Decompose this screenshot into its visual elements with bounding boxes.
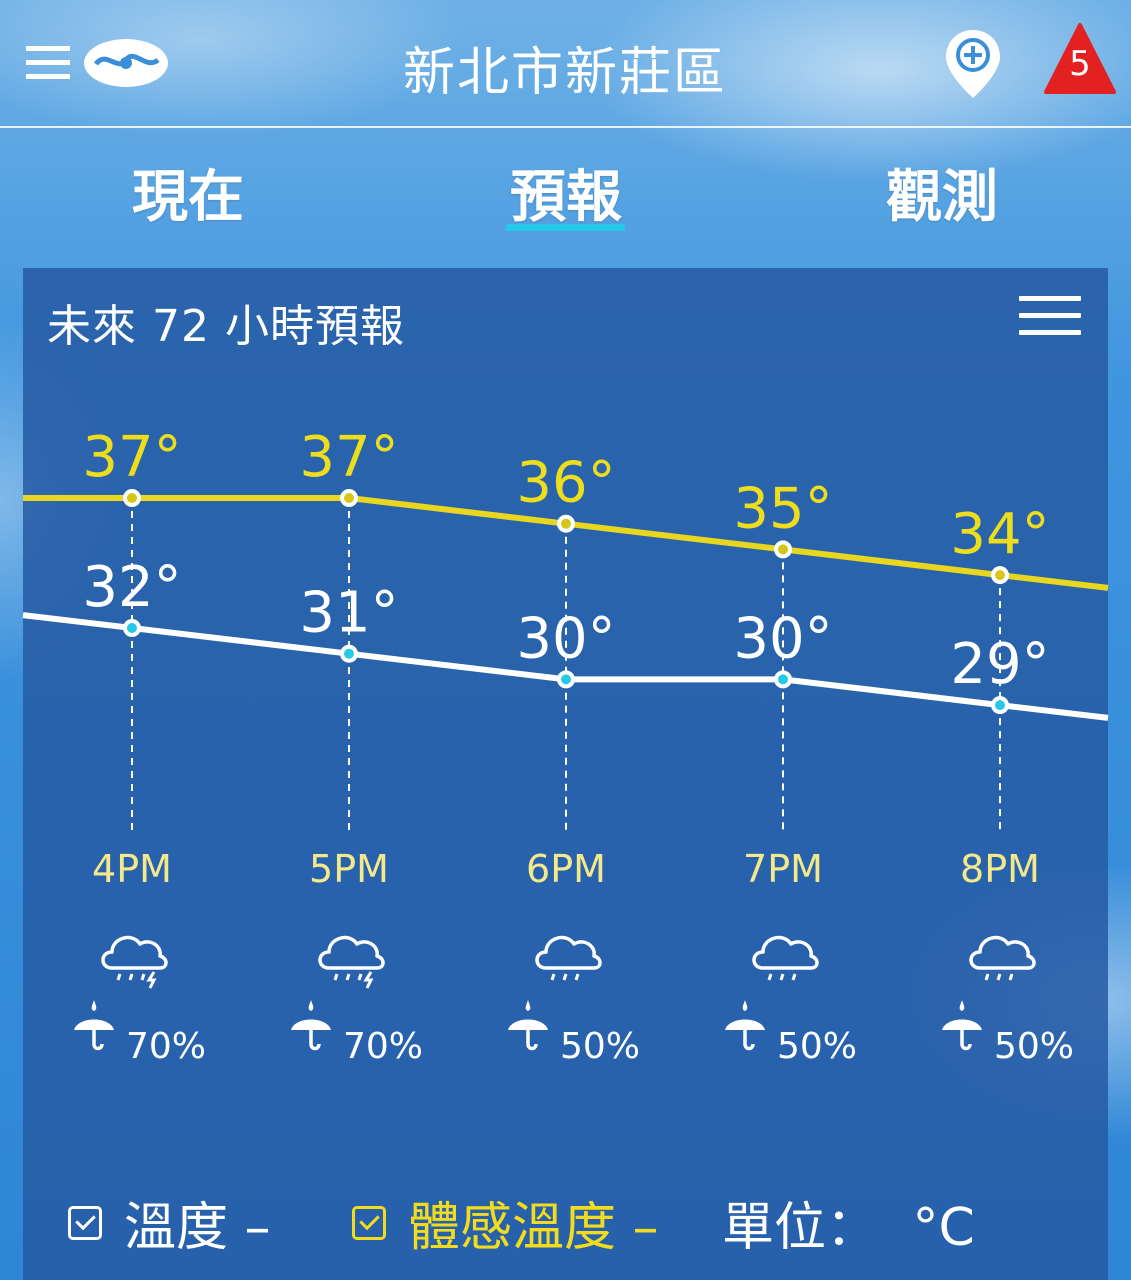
rain-probability-label: 70% — [126, 1026, 206, 1067]
rain-probability-label: 50% — [777, 1026, 857, 1067]
unit-display: 單位： °C — [722, 1185, 975, 1260]
forecast-chart: 37° 32° 4PM 70% 37° 31° 5PM 70% 36° 30° 6PM 50% 35° 3… — [22, 425, 1109, 1067]
legend-temperature-label: 溫度 – — [124, 1198, 271, 1258]
temperature-point-dot — [561, 674, 571, 685]
temperature-label: 32° — [82, 555, 181, 620]
feels-like-label: 37° — [299, 425, 398, 490]
feels-like-checkbox[interactable] — [352, 1205, 386, 1240]
feels-like-point-dot — [995, 570, 1005, 581]
temperature-label: 29° — [950, 632, 1049, 697]
x-tick-label: 8PM — [960, 847, 1040, 891]
temperature-label: 30° — [733, 606, 832, 671]
temperature-point-dot — [127, 623, 137, 633]
temperature-label: 31° — [299, 581, 398, 646]
feels-like-point-dot — [561, 518, 571, 529]
umbrella-icon — [508, 1000, 548, 1051]
feels-like-label: 35° — [733, 476, 832, 541]
x-tick-label: 6PM — [526, 847, 606, 891]
temperature-point-dot — [344, 648, 354, 659]
feels-like-label: 34° — [950, 502, 1049, 567]
unit-label: 單位： — [722, 1198, 879, 1258]
chart-legend: 溫度 – 體感溫度 – 單位： °C — [0, 1185, 1131, 1258]
rain-probability-label: 50% — [994, 1026, 1074, 1067]
feels-like-point-dot — [127, 493, 137, 503]
x-tick-label: 5PM — [309, 847, 389, 891]
x-tick-label: 4PM — [92, 847, 172, 891]
rain-probability-label: 50% — [560, 1026, 640, 1067]
cloud-rain-thunder-icon — [318, 935, 385, 989]
temperature-point-dot — [778, 674, 788, 685]
temperature-point-dot — [995, 700, 1005, 711]
unit-value[interactable]: °C — [913, 1198, 975, 1258]
temperature-label: 30° — [516, 606, 615, 671]
legend-temperature[interactable]: 溫度 – — [68, 1185, 271, 1260]
umbrella-icon — [942, 1000, 982, 1051]
feels-like-point-dot — [344, 493, 354, 503]
rain-probability-label: 70% — [343, 1026, 423, 1067]
feels-like-label: 36° — [516, 451, 615, 516]
temperature-checkbox[interactable] — [68, 1205, 102, 1240]
x-tick-label: 7PM — [743, 847, 823, 891]
legend-feels-like-label: 體感溫度 – — [408, 1198, 659, 1258]
cloud-rain-icon — [535, 935, 602, 981]
umbrella-icon — [725, 1000, 765, 1051]
umbrella-icon — [291, 1000, 331, 1051]
cloud-rain-icon — [752, 935, 819, 981]
cloud-rain-thunder-icon — [101, 935, 168, 989]
feels-like-label: 37° — [82, 425, 181, 490]
legend-feels-like[interactable]: 體感溫度 – — [352, 1185, 659, 1260]
umbrella-icon — [74, 1000, 114, 1051]
cloud-rain-icon — [969, 935, 1036, 981]
feels-like-point-dot — [778, 544, 788, 555]
